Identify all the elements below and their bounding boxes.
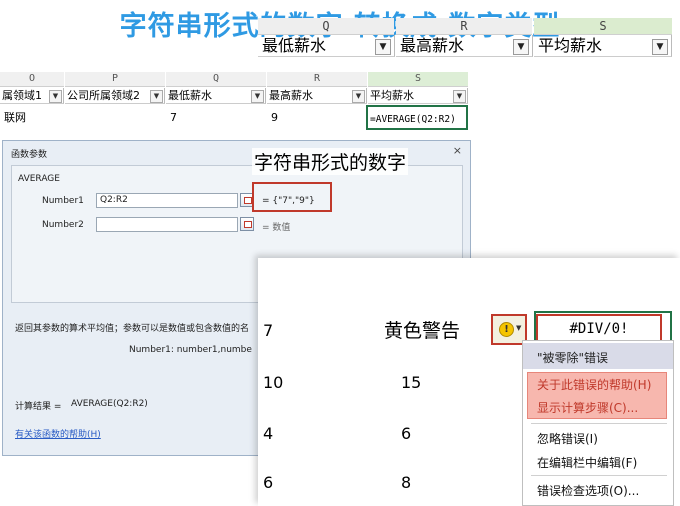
- filter-dropdown-icon[interactable]: ▼: [352, 90, 365, 103]
- inset-column-header-s[interactable]: S: [534, 18, 672, 35]
- header-label: 平均薪水: [538, 36, 603, 55]
- header-cell-field1[interactable]: 属领域1 ▼: [0, 88, 64, 104]
- filter-dropdown-icon[interactable]: ▼: [513, 39, 529, 55]
- table-cell[interactable]: 6: [263, 473, 273, 492]
- parameter-help: Number1: number1,numbe: [129, 345, 252, 355]
- header-cell-min-salary[interactable]: 最低薪水 ▼: [166, 88, 266, 104]
- background-sheet: O P Q R S 属领域1 ▼ 公司所属领域2 ▼ 最低薪水 ▼ 最高薪水 ▼…: [0, 72, 680, 136]
- number2-label: Number2: [42, 220, 84, 230]
- formula-cell[interactable]: =AVERAGE(Q2:R2): [366, 105, 468, 130]
- menu-item-show-calculation-steps[interactable]: 显示计算步骤(C)...: [537, 399, 638, 416]
- function-description: 返回其参数的算术平均值；参数可以是数值或包含数值的名: [15, 324, 250, 334]
- column-header-s[interactable]: S: [368, 72, 468, 87]
- inset-header-min-salary[interactable]: 最低薪水 ▼: [258, 35, 395, 57]
- number2-input[interactable]: [96, 217, 238, 232]
- inset-column-header-r[interactable]: R: [396, 18, 532, 35]
- filter-dropdown-icon[interactable]: ▼: [251, 90, 264, 103]
- error-context-menu: "被零除"错误 关于此错误的帮助(H) 显示计算步骤(C)... 忽略错误(I)…: [522, 340, 674, 506]
- menu-item-error-help[interactable]: 关于此错误的帮助(H): [537, 376, 651, 393]
- header-label: 最低薪水: [262, 36, 327, 55]
- header-label: 属领域1: [2, 89, 42, 102]
- filter-dropdown-icon[interactable]: ▼: [652, 39, 668, 55]
- column-header-p[interactable]: P: [65, 72, 165, 87]
- close-icon[interactable]: ×: [453, 144, 462, 157]
- function-help-link[interactable]: 有关该函数的帮助(H): [15, 427, 101, 440]
- menu-item-error-checking-options[interactable]: 错误检查选项(O)...: [537, 482, 639, 499]
- table-cell[interactable]: 7: [263, 321, 273, 340]
- menu-divider: [531, 423, 667, 424]
- inset-header-avg-salary[interactable]: 平均薪水 ▼: [534, 35, 672, 57]
- range-picker-icon[interactable]: [240, 217, 254, 231]
- menu-item-ignore-error[interactable]: 忽略错误(I): [537, 430, 598, 447]
- table-cell[interactable]: 4: [263, 424, 273, 443]
- string-numbers-annotation: 字符串形式的数字: [252, 148, 409, 175]
- menu-item-error-type: "被零除"错误: [537, 351, 609, 365]
- function-name: AVERAGE: [18, 174, 60, 184]
- number1-label: Number1: [42, 196, 84, 206]
- inset-header-max-salary[interactable]: 最高薪水 ▼: [396, 35, 533, 57]
- header-label: 最低薪水: [168, 89, 212, 102]
- inset-column-header-q[interactable]: Q: [258, 18, 394, 35]
- data-cell[interactable]: 联网: [0, 105, 64, 130]
- header-label: 最高薪水: [400, 36, 465, 55]
- yellow-warning-annotation: 黄色警告: [384, 320, 461, 342]
- data-cell[interactable]: 9: [267, 105, 367, 130]
- table-cell[interactable]: 10: [263, 373, 283, 392]
- filter-dropdown-icon[interactable]: ▼: [375, 39, 391, 55]
- table-cell[interactable]: 15: [401, 373, 421, 392]
- menu-item-edit-in-formula-bar[interactable]: 在编辑栏中编辑(F): [537, 454, 637, 471]
- header-label: 平均薪水: [370, 89, 414, 102]
- result-label: 计算结果 =: [15, 402, 62, 412]
- filter-dropdown-icon[interactable]: ▼: [150, 90, 163, 103]
- dialog-title: 函数参数: [11, 150, 48, 160]
- header-cell-max-salary[interactable]: 最高薪水 ▼: [267, 88, 367, 104]
- column-header-r[interactable]: R: [267, 72, 367, 87]
- number2-result: = 数值: [262, 223, 291, 233]
- filter-dropdown-icon[interactable]: ▼: [49, 90, 62, 103]
- menu-divider: [531, 475, 667, 476]
- table-cell[interactable]: 8: [401, 473, 411, 492]
- header-label: 公司所属领域2: [67, 89, 140, 102]
- chevron-down-icon: ▼: [516, 324, 522, 332]
- data-cell[interactable]: [65, 105, 165, 130]
- string-numbers-highlight: [252, 182, 332, 212]
- result-value: AVERAGE(Q2:R2): [71, 399, 148, 409]
- data-cell[interactable]: 7: [166, 105, 266, 130]
- header-cell-avg-salary[interactable]: 平均薪水 ▼: [368, 88, 468, 104]
- number1-input[interactable]: Q2:R2: [96, 193, 238, 208]
- table-cell[interactable]: 6: [401, 424, 411, 443]
- header-cell-field2[interactable]: 公司所属领域2 ▼: [65, 88, 165, 104]
- column-header-o[interactable]: O: [0, 72, 64, 87]
- header-label: 最高薪水: [269, 89, 313, 102]
- column-header-q[interactable]: Q: [166, 72, 266, 87]
- filter-dropdown-icon[interactable]: ▼: [453, 90, 466, 103]
- warning-icon: !: [499, 322, 514, 337]
